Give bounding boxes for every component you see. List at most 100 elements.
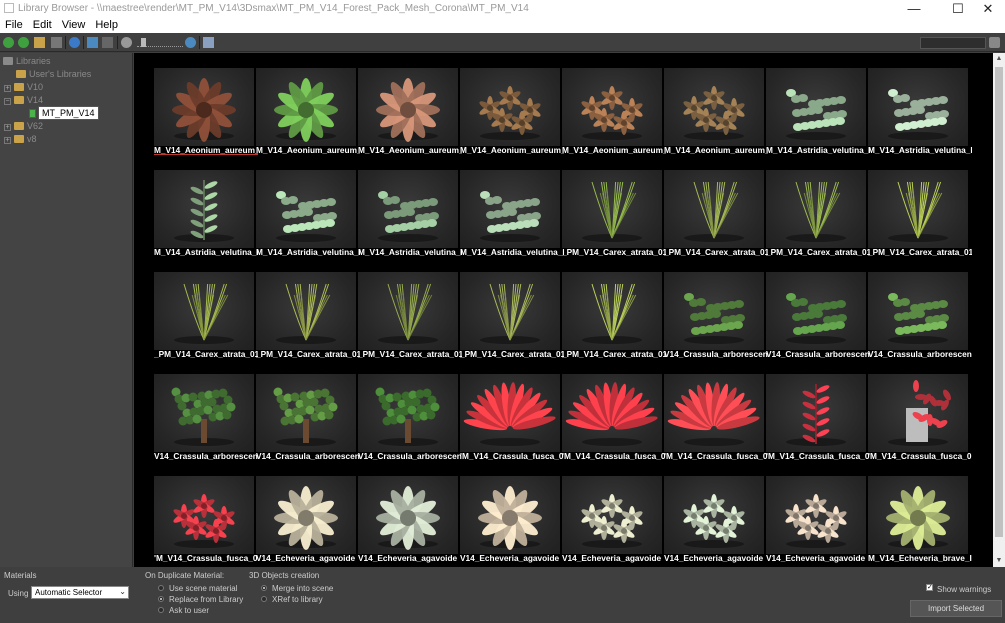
- thumbnail-image[interactable]: [358, 170, 458, 248]
- thumbnail-image[interactable]: [256, 272, 356, 350]
- thumbnail-image[interactable]: [358, 476, 458, 554]
- thumbnail-item[interactable]: V14_Echeveria_agavoide: [256, 476, 356, 567]
- thumbnail-image[interactable]: [358, 68, 458, 146]
- thumbnail-image[interactable]: [358, 374, 458, 452]
- radio-replace-from-library[interactable]: [158, 596, 164, 602]
- thumbnail-item[interactable]: V14_Echeveria_agavoide: [358, 476, 458, 567]
- thumbnail-item[interactable]: _PM_V14_Carex_atrata_01: [562, 170, 666, 266]
- tree-item-libraries[interactable]: Libraries: [3, 56, 51, 69]
- scroll-up-icon[interactable]: ▲: [993, 53, 1005, 65]
- using-select[interactable]: Automatic Selector ⌄: [31, 586, 129, 599]
- thumbnail-image[interactable]: [766, 170, 866, 248]
- thumbnail-item[interactable]: M_V14_Aeonium_aureum_: [154, 68, 258, 164]
- radio-xref-to-library[interactable]: [261, 596, 267, 602]
- zoom-slider[interactable]: [137, 38, 183, 47]
- thumbnail-image[interactable]: [868, 374, 968, 452]
- thumbnail-item[interactable]: 'M_V14_Crassula_fusca_0: [664, 374, 767, 470]
- thumbnail-image[interactable]: [766, 68, 866, 146]
- tree-item-users-libraries[interactable]: User's Libraries: [16, 69, 91, 82]
- thumbnail-image[interactable]: [868, 68, 968, 146]
- thumbnail-item[interactable]: V14_Crassula_arborescen: [154, 374, 258, 470]
- thumbnail-image[interactable]: [562, 374, 662, 452]
- zoom-out-icon[interactable]: [121, 37, 132, 48]
- thumbnail-item[interactable]: _PM_V14_Carex_atrata_01: [562, 272, 666, 368]
- thumbnail-image[interactable]: [868, 476, 968, 554]
- thumbnail-item[interactable]: _PM_V14_Carex_atrata_01: [460, 272, 564, 368]
- thumbnail-image[interactable]: [460, 476, 560, 554]
- tree-item-v8[interactable]: + v8: [4, 134, 37, 147]
- help-icon[interactable]: [203, 37, 214, 48]
- thumbnail-item[interactable]: M_V14_Astridia_velutina_I: [868, 68, 972, 164]
- thumbnail-image[interactable]: [460, 68, 560, 146]
- thumbnail-item[interactable]: M_V14_Aeonium_aureum_I: [664, 68, 768, 164]
- thumbnail-item[interactable]: M_V14_Astridia_velutina_I: [766, 68, 870, 164]
- zoom-in-icon[interactable]: [185, 37, 196, 48]
- thumbnail-image[interactable]: [256, 476, 356, 554]
- show-warnings-checkbox[interactable]: ✓: [926, 584, 933, 591]
- thumbnail-image[interactable]: [664, 170, 764, 248]
- thumbnail-image[interactable]: [664, 272, 764, 350]
- thumbnail-image[interactable]: [154, 374, 254, 452]
- menu-file[interactable]: File: [0, 17, 28, 31]
- thumbnail-item[interactable]: V14_Echeveria_agavoide: [460, 476, 560, 567]
- thumbnail-image[interactable]: [460, 272, 560, 350]
- thumbnail-item[interactable]: M_V14_Astridia_velutina_I: [460, 170, 564, 266]
- thumbnail-item[interactable]: M_V14_Echeveria_brave_I: [868, 476, 972, 567]
- maximize-button[interactable]: ☐: [941, 0, 975, 17]
- thumbnail-item[interactable]: V14_Echeveria_agavoide: [664, 476, 764, 567]
- scroll-down-icon[interactable]: ▼: [993, 555, 1005, 567]
- menu-view[interactable]: View: [57, 17, 91, 31]
- refresh-icon[interactable]: [69, 37, 80, 48]
- thumbnail-item[interactable]: _PM_V14_Carex_atrata_01: [256, 272, 360, 368]
- thumbnail-item[interactable]: _PM_V14_Carex_atrata_01: [868, 170, 972, 266]
- import-selected-button[interactable]: Import Selected: [910, 600, 1002, 617]
- thumbnail-image[interactable]: [664, 68, 764, 146]
- tree-options-icon[interactable]: [102, 37, 113, 48]
- thumbnail-item[interactable]: M_V14_Astridia_velutina_I: [256, 170, 360, 266]
- expand-icon[interactable]: +: [4, 85, 11, 92]
- thumbnail-item[interactable]: M_V14_Aeonium_aureum_I: [562, 68, 666, 164]
- thumbnail-image[interactable]: [256, 68, 356, 146]
- radio-ask-to-user[interactable]: [158, 607, 164, 613]
- thumbnail-item[interactable]: V14_Crassula_arborescen: [766, 272, 870, 368]
- menu-help[interactable]: Help: [90, 17, 123, 31]
- thumbnail-image[interactable]: [766, 272, 866, 350]
- thumbnail-item[interactable]: V14_Echeveria_agavoide: [766, 476, 866, 567]
- thumbnail-image[interactable]: [256, 374, 356, 452]
- thumbnail-item[interactable]: _PM_V14_Carex_atrata_01: [766, 170, 870, 266]
- thumbnail-image[interactable]: [256, 170, 356, 248]
- vertical-scrollbar[interactable]: ▲ ▼: [993, 53, 1005, 567]
- thumbnail-item[interactable]: 'M_V14_Crassula_fusca_0: [766, 374, 869, 470]
- scrollbar-thumb[interactable]: [995, 67, 1003, 537]
- thumbnail-item[interactable]: V14_Crassula_arborescen: [664, 272, 768, 368]
- thumbnail-image[interactable]: [460, 170, 560, 248]
- square-icon[interactable]: [51, 37, 62, 48]
- filter-icon[interactable]: [989, 37, 1000, 48]
- thumbnail-image[interactable]: [562, 68, 662, 146]
- thumbnail-item[interactable]: M_V14_Astridia_velutina_I: [358, 170, 462, 266]
- thumbnail-image[interactable]: [664, 374, 764, 452]
- thumbnail-item[interactable]: M_V14_Astridia_velutina_I: [154, 170, 258, 266]
- thumbnail-image[interactable]: [154, 68, 254, 146]
- thumbnail-image[interactable]: [562, 170, 662, 248]
- thumbnail-image[interactable]: [766, 476, 866, 554]
- minimize-button[interactable]: —: [897, 0, 931, 17]
- forward-icon[interactable]: [18, 37, 29, 48]
- thumbnail-image[interactable]: [154, 272, 254, 350]
- thumbnail-image[interactable]: [562, 272, 662, 350]
- thumbnail-image[interactable]: [868, 272, 968, 350]
- close-button[interactable]: ✕: [971, 0, 1005, 17]
- tree-item-mt-pm-v14[interactable]: MT_PM_V14: [38, 106, 99, 120]
- thumbnail-item[interactable]: V14_Crassula_arborescen: [868, 272, 972, 368]
- thumbnail-item[interactable]: _PM_V14_Carex_atrata_01: [664, 170, 768, 266]
- thumbnail-item[interactable]: V14_Crassula_arborescen: [256, 374, 360, 470]
- open-folder-icon[interactable]: [34, 37, 45, 48]
- tree-item-v10[interactable]: + V10: [4, 82, 43, 95]
- thumbnail-item[interactable]: V14_Echeveria_agavoide: [562, 476, 662, 567]
- thumbnail-item[interactable]: 'M_V14_Crassula_fusca_0: [868, 374, 971, 470]
- thumbnail-item[interactable]: M_V14_Aeonium_aureum_I: [358, 68, 462, 164]
- thumbnail-item[interactable]: _PM_V14_Carex_atrata_01: [358, 272, 462, 368]
- thumbnail-image[interactable]: [358, 272, 458, 350]
- zoom-slider-knob[interactable]: [141, 38, 146, 47]
- thumbnail-item[interactable]: M_V14_Aeonium_aureum_I: [460, 68, 564, 164]
